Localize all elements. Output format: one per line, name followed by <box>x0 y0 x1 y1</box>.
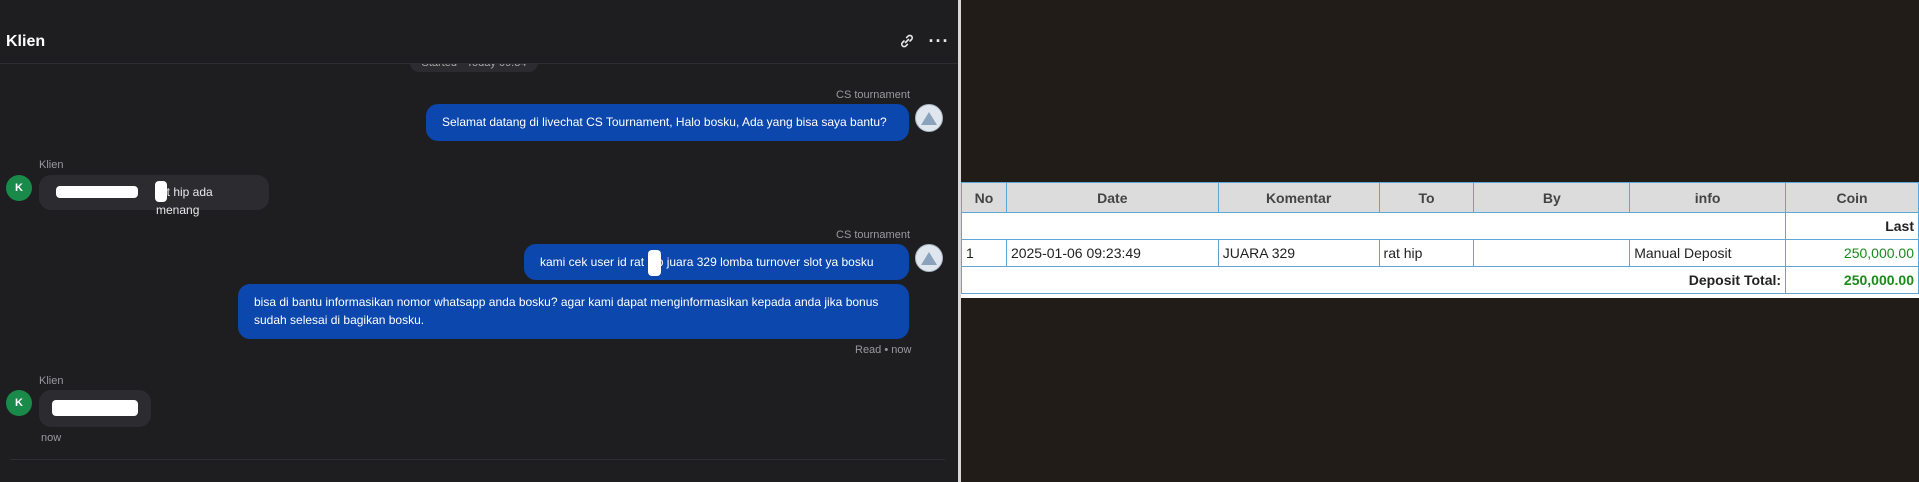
deposit-total-value: 250,000.00 <box>1785 266 1919 294</box>
cell-date: 2025-01-06 09:23:49 <box>1005 239 1219 267</box>
column-header-info: info <box>1629 182 1787 213</box>
column-header-coin: Coin <box>1785 182 1919 213</box>
column-header-no: No <box>961 182 1007 213</box>
last-row-spacer <box>960 212 1786 240</box>
redaction-mark <box>155 181 167 202</box>
cell-to: rat hip <box>1378 239 1475 267</box>
column-header-by: By <box>1473 182 1631 213</box>
chat-header: Klien ··· <box>0 0 958 64</box>
deposit-table: No Date Komentar To By info Coin Last 1 … <box>960 182 1919 294</box>
agent-avatar-icon <box>921 251 937 265</box>
column-header-komentar: Komentar <box>1217 182 1380 213</box>
total-row: Deposit Total: 250,000.00 <box>960 266 1919 294</box>
cell-by <box>1473 239 1631 267</box>
redaction-mark <box>648 250 661 276</box>
link-icon[interactable] <box>897 31 917 51</box>
agent-avatar <box>915 104 943 132</box>
cell-info: Manual Deposit <box>1629 239 1787 267</box>
agent-avatar-icon <box>921 111 937 125</box>
message-sender: Klien <box>39 159 64 171</box>
client-avatar: K <box>6 175 32 201</box>
more-icon[interactable]: ··· <box>929 31 949 51</box>
redaction-mark <box>56 186 138 198</box>
chat-title: Klien <box>6 33 46 50</box>
last-label: Last <box>1785 212 1919 240</box>
client-avatar: K <box>6 390 32 416</box>
agent-message: kami cek user id rat hip juara 329 lomba… <box>524 244 909 280</box>
table-row[interactable]: 1 2025-01-06 09:23:49 JUARA 329 rat hip … <box>961 239 1919 267</box>
cell-no: 1 <box>961 239 1007 267</box>
cell-coin: 250,000.00 <box>1785 239 1919 267</box>
cell-komentar: JUARA 329 <box>1217 239 1380 267</box>
read-status: Read • now <box>855 344 912 356</box>
last-row: Last <box>960 212 1919 240</box>
deposit-total-label: Deposit Total: <box>960 266 1787 294</box>
message-time: now <box>41 432 62 444</box>
chat-panel: Klien ··· Started · Today 09:34 CS tourn… <box>0 0 958 482</box>
table-header-row: No Date Komentar To By info Coin <box>961 182 1919 213</box>
agent-message: Selamat datang di livechat CS Tournament… <box>426 104 909 141</box>
column-header-to: To <box>1378 182 1475 213</box>
column-header-date: Date <box>1005 182 1219 213</box>
cell-to-text: rat hip <box>1383 245 1423 261</box>
agent-message: bisa di bantu informasikan nomor whatsap… <box>238 284 909 339</box>
message-sender: CS tournament <box>836 89 910 101</box>
chat-input-divider <box>10 459 945 460</box>
message-sender: Klien <box>39 375 64 387</box>
message-sender: CS tournament <box>836 229 910 241</box>
redaction-mark <box>52 400 138 416</box>
deposit-table-panel: No Date Komentar To By info Coin Last 1 … <box>960 182 1919 298</box>
agent-avatar <box>915 244 943 272</box>
